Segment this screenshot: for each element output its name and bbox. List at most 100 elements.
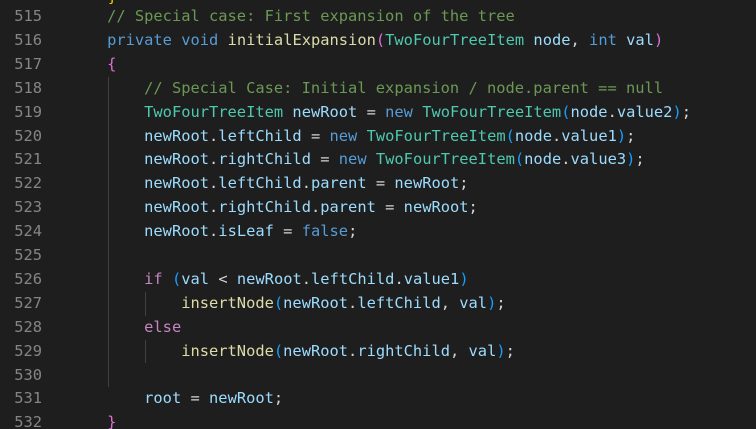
code-line[interactable]: 526 if (val < newRoot.leftChild.value1): [0, 268, 756, 292]
code-token: .: [301, 174, 311, 193]
line-number: 528: [14, 317, 42, 336]
code-token: .: [551, 126, 562, 145]
code-token: parent: [310, 174, 367, 193]
code-token: new: [329, 126, 358, 145]
code-token: else: [144, 317, 182, 336]
code-text: root = newRoot;: [70, 387, 283, 411]
code-line[interactable]: 520 newRoot.leftChild = new TwoFourTreeI…: [0, 125, 756, 149]
code-token: .: [561, 150, 571, 169]
code-text: newRoot.isLeaf = false;: [70, 220, 357, 244]
code-line[interactable]: 521 newRoot.rightChild = new TwoFourTree…: [0, 148, 756, 172]
code-token: int: [589, 30, 617, 49]
code-line[interactable]: 519 TwoFourTreeItem newRoot = new TwoFou…: [0, 101, 756, 125]
code-token: leftChild: [311, 269, 395, 288]
code-text: // Special Case: Initial expansion / nod…: [70, 77, 663, 101]
code-text: }: [70, 411, 116, 429]
code-token: new: [385, 102, 413, 121]
code-token: {: [107, 54, 117, 73]
code-token: new: [338, 150, 367, 169]
code-token: node: [533, 30, 571, 49]
code-token: newRoot: [403, 198, 469, 217]
code-token: ): [616, 126, 627, 145]
code-token: node: [570, 102, 608, 121]
code-token: newRoot: [144, 174, 210, 193]
code-token: void: [181, 30, 219, 49]
code-token: ;: [681, 102, 692, 121]
code-line[interactable]: 531 root = newRoot;: [0, 387, 756, 411]
code-token: ): [487, 293, 497, 312]
code-token: .: [348, 293, 358, 312]
code-line[interactable]: 515 // Special case: First expansion of …: [0, 5, 756, 29]
code-line[interactable]: 517 {: [0, 53, 756, 77]
code-line[interactable]: 523 newRoot.rightChild.parent = newRoot;: [0, 196, 756, 220]
code-token: newRoot: [283, 293, 349, 312]
line-number: 518: [14, 78, 42, 97]
code-token: ;: [626, 126, 636, 145]
code-token: val: [626, 30, 654, 49]
code-token: newRoot: [394, 174, 460, 193]
code-token: TwoFourTreeItem: [385, 30, 525, 49]
code-token: val: [459, 293, 488, 312]
code-token: newRoot: [144, 198, 210, 217]
code-token: root: [144, 389, 182, 408]
code-line[interactable]: 527 insertNode(newRoot.leftChild, val);: [0, 292, 756, 316]
code-token: .: [209, 126, 219, 145]
code-line[interactable]: 522 newRoot.leftChild.parent = newRoot;: [0, 172, 756, 196]
code-token: private: [107, 30, 172, 49]
code-token: .: [348, 341, 358, 360]
line-number: 531: [14, 389, 42, 408]
code-line[interactable]: 524 newRoot.isLeaf = false;: [0, 220, 756, 244]
code-token: initialExpansion: [227, 30, 376, 49]
code-token: parent: [320, 198, 376, 217]
code-token: ): [459, 269, 469, 288]
code-line[interactable]: 530: [0, 364, 756, 388]
code-text: newRoot.leftChild.parent = newRoot;: [70, 172, 469, 196]
code-line[interactable]: 529 insertNode(newRoot.rightChild, val);: [0, 340, 756, 364]
code-token: =: [301, 126, 330, 145]
line-number: 520: [14, 126, 42, 145]
code-token: newRoot: [144, 150, 210, 169]
code-token: newRoot: [209, 389, 274, 408]
line-number: 523: [14, 198, 42, 217]
code-token: ;: [348, 222, 358, 241]
line-number: 529: [14, 341, 42, 360]
code-token: val: [181, 269, 210, 288]
line-number: 532: [14, 413, 42, 429]
code-token: TwoFourTreeItem: [366, 126, 506, 145]
code-line[interactable]: 518 // Special Case: Initial expansion /…: [0, 77, 756, 101]
code-token: ;: [496, 293, 506, 312]
code-token: ;: [635, 150, 645, 169]
code-line[interactable]: 516 private void initialExpansion(TwoFou…: [0, 29, 756, 53]
code-text: newRoot.rightChild = new TwoFourTreeItem…: [70, 148, 645, 172]
code-text: insertNode(newRoot.rightChild, val);: [70, 340, 515, 364]
code-token: node: [514, 126, 552, 145]
code-line[interactable]: 532 }: [0, 411, 756, 429]
code-token: TwoFourTreeItem: [144, 102, 284, 121]
code-text: // Special case: First expansion of the …: [70, 5, 515, 29]
code-token: ,: [570, 30, 590, 49]
code-text: {: [70, 53, 116, 77]
code-token: ): [653, 30, 664, 49]
code-editor[interactable]: } 515 // Special case: First expansion o…: [0, 0, 756, 429]
code-line[interactable]: 525: [0, 244, 756, 268]
code-token: ;: [459, 174, 469, 193]
code-token: ;: [505, 341, 515, 360]
code-token: =: [357, 102, 386, 121]
line-number: 521: [14, 150, 42, 169]
code-line[interactable]: 528 else: [0, 316, 756, 340]
code-token: (: [514, 150, 525, 169]
